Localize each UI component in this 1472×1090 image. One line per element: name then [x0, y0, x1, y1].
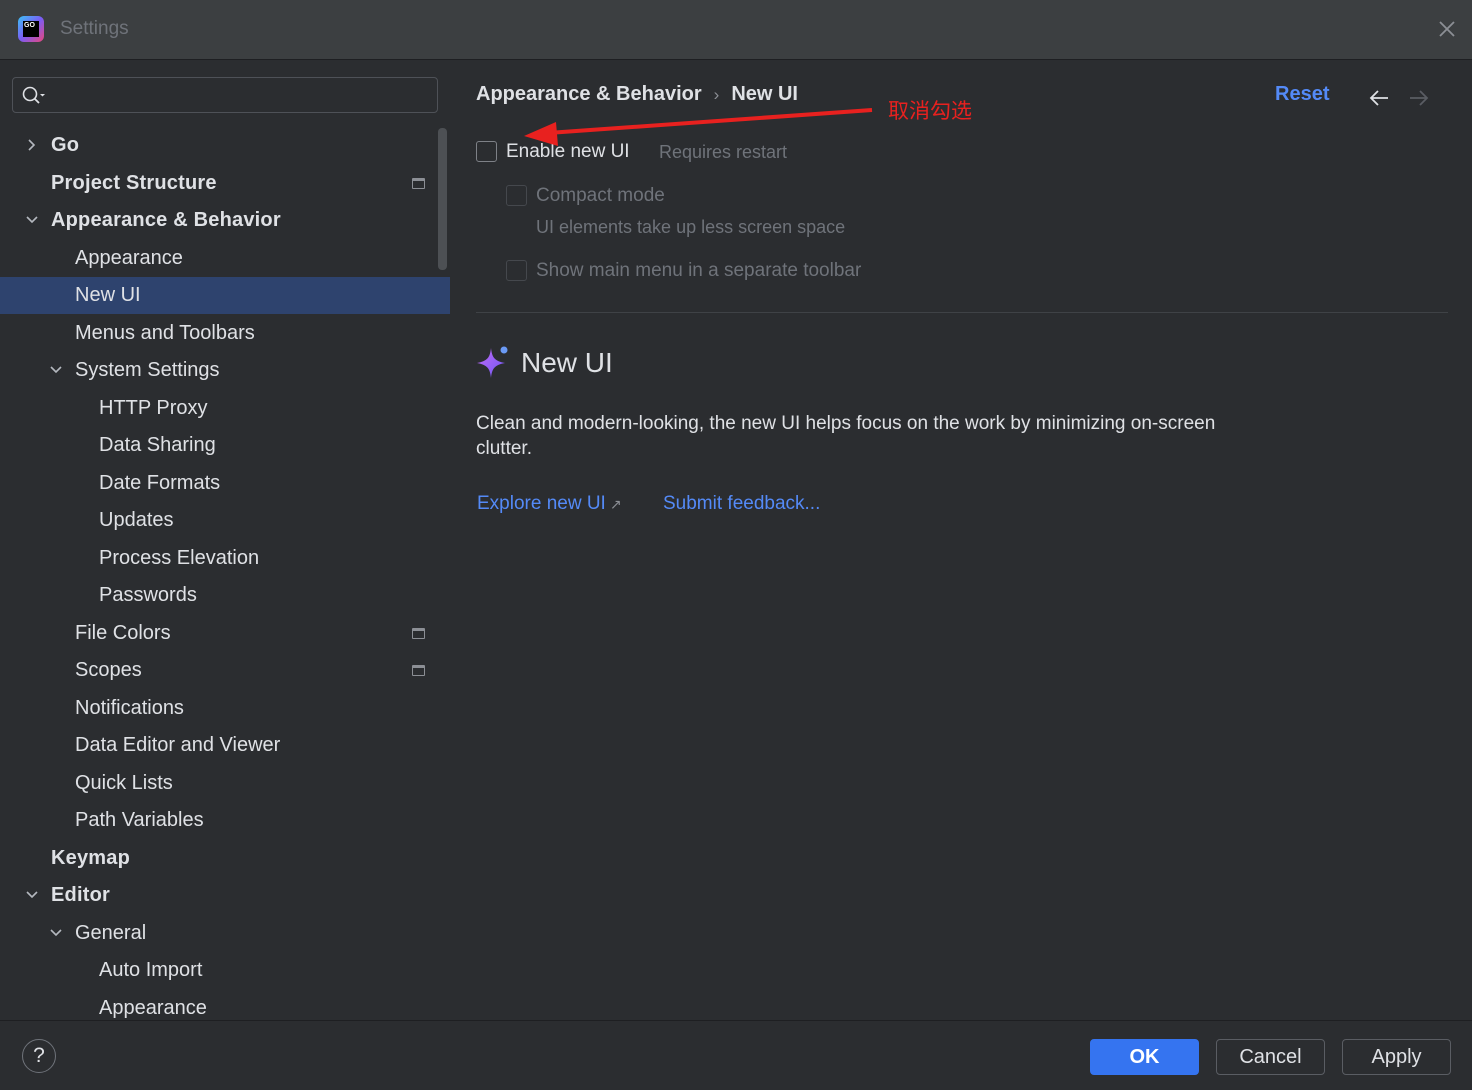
tree-item-label: Editor: [51, 884, 110, 906]
enable-new-ui-checkbox[interactable]: [476, 141, 497, 162]
project-scope-icon: [412, 177, 425, 189]
chevron-down-icon[interactable]: [25, 213, 39, 227]
tree-item-label: HTTP Proxy: [99, 396, 208, 419]
search-icon[interactable]: [21, 85, 47, 107]
tree-item[interactable]: Scopes: [0, 652, 450, 689]
tree-item[interactable]: Date Formats: [0, 465, 450, 502]
tree-item-label: Process Elevation: [99, 546, 260, 569]
goland-logo-icon: GO: [18, 16, 44, 42]
tree-item[interactable]: Notifications: [0, 690, 450, 727]
section-divider: [476, 312, 1448, 313]
explore-new-ui-label[interactable]: Explore new UI: [477, 493, 606, 514]
tree-scrollbar[interactable]: [438, 128, 447, 270]
cancel-button[interactable]: Cancel: [1216, 1039, 1325, 1075]
external-link-icon: ↗: [609, 496, 622, 512]
tree-item-label: Menus and Toolbars: [75, 321, 255, 344]
tree-item-label: Project Structure: [51, 171, 217, 194]
enable-new-ui-label[interactable]: Enable new UI: [506, 141, 630, 163]
tree-item-label: Data Sharing: [99, 434, 216, 456]
help-button[interactable]: ?: [22, 1039, 56, 1073]
settings-sidebar: Go Project Structure Appearance & Behavior…: [0, 61, 450, 1020]
tree-item-label: Date Formats: [99, 471, 221, 494]
explore-new-ui-link[interactable]: Explore new UI ↗: [477, 493, 622, 515]
dialog-footer: ? OK Cancel Apply: [0, 1020, 1472, 1090]
tree-item[interactable]: Appearance: [0, 990, 450, 1021]
tree-item[interactable]: File Colors: [0, 615, 450, 652]
new-ui-description: Clean and modern-looking, the new UI hel…: [476, 413, 1216, 459]
tree-item[interactable]: Quick Lists: [0, 765, 450, 802]
tree-item-label: New UI: [75, 284, 141, 306]
tree-item-label: Go: [51, 134, 80, 156]
requires-restart-hint: Requires restart: [659, 142, 788, 162]
close-icon[interactable]: [1436, 18, 1458, 40]
tree-item[interactable]: Go: [0, 127, 450, 164]
tree-item[interactable]: System Settings: [0, 352, 450, 389]
separate-toolbar-label[interactable]: Show main menu in a separate toolbar: [536, 260, 861, 282]
tree-item-label: Appearance & Behavior: [51, 209, 281, 231]
tree-item[interactable]: Appearance: [0, 240, 450, 277]
settings-content: Appearance & Behavior › New UI Reset Enabl…: [450, 61, 1472, 1020]
tree-item[interactable]: Auto Import: [0, 952, 450, 989]
breadcrumb-parent[interactable]: Appearance & Behavior: [476, 83, 702, 105]
tree-item-label: System Settings: [75, 359, 220, 381]
tree-item[interactable]: Passwords: [0, 577, 450, 614]
tree-item[interactable]: General: [0, 915, 450, 952]
settings-search[interactable]: [12, 77, 438, 113]
tree-item-label: Notifications: [75, 696, 184, 719]
tree-item[interactable]: HTTP Proxy: [0, 390, 450, 427]
tree-item[interactable]: Updates: [0, 502, 450, 539]
reset-link[interactable]: Reset: [1275, 83, 1329, 106]
tree-item[interactable]: Data Editor and Viewer: [0, 727, 450, 764]
tree-item[interactable]: Keymap: [0, 840, 450, 877]
tree-item-label: General: [75, 921, 147, 944]
submit-feedback-link[interactable]: Submit feedback...: [663, 493, 820, 515]
tree-item[interactable]: Project Structure: [0, 165, 450, 202]
annotation-text: 取消勾选: [888, 100, 972, 123]
tree-item-label: Quick Lists: [75, 771, 173, 794]
search-input[interactable]: [49, 82, 429, 108]
window-title: Settings: [60, 18, 129, 39]
forward-arrow-icon[interactable]: [1408, 88, 1430, 108]
tree-item-label: Updates: [99, 509, 174, 531]
title-bar: GO Settings: [0, 0, 1472, 60]
ok-button[interactable]: OK: [1090, 1039, 1199, 1075]
tree-item-label: File Colors: [75, 621, 171, 644]
tree-item[interactable]: Menus and Toolbars: [0, 315, 450, 352]
breadcrumb-current: New UI: [731, 83, 798, 105]
tree-item[interactable]: Data Sharing: [0, 427, 450, 464]
tree-item-label: Keymap: [51, 846, 131, 869]
tree-item-label: Auto Import: [99, 959, 203, 981]
back-arrow-icon[interactable]: [1368, 88, 1390, 108]
apply-button[interactable]: Apply: [1342, 1039, 1451, 1075]
chevron-down-icon[interactable]: [49, 926, 63, 940]
compact-mode-hint: UI elements take up less screen space: [536, 217, 846, 237]
tree-item-label: Path Variables: [75, 809, 204, 831]
project-scope-icon: [412, 627, 425, 639]
project-scope-icon: [412, 665, 425, 676]
tree-item-label: Appearance: [99, 996, 207, 1019]
chevron-down-icon[interactable]: [25, 888, 39, 902]
tree-item[interactable]: Appearance & Behavior: [0, 202, 450, 239]
compact-mode-checkbox[interactable]: [506, 185, 527, 206]
tree-item[interactable]: Editor: [0, 877, 450, 914]
chevron-down-icon[interactable]: [49, 363, 63, 377]
chevron-right-icon[interactable]: [25, 138, 39, 152]
tree-item[interactable]: Process Elevation: [0, 540, 450, 577]
new-ui-title: New UI: [521, 347, 613, 378]
separate-toolbar-checkbox[interactable]: [506, 260, 527, 281]
sparkle-icon: [477, 346, 508, 378]
breadcrumb: Appearance & Behavior › New UI: [476, 83, 798, 106]
breadcrumb-separator: ›: [713, 85, 720, 104]
tree-item-label: Appearance: [75, 246, 183, 269]
tree-item-label: Scopes: [75, 659, 142, 681]
compact-mode-label[interactable]: Compact mode: [536, 185, 665, 207]
tree-item-label: Passwords: [99, 584, 197, 606]
tree-item[interactable]: Path Variables: [0, 802, 450, 839]
tree-item[interactable]: New UI: [0, 277, 450, 314]
tree-item-label: Data Editor and Viewer: [75, 734, 281, 756]
